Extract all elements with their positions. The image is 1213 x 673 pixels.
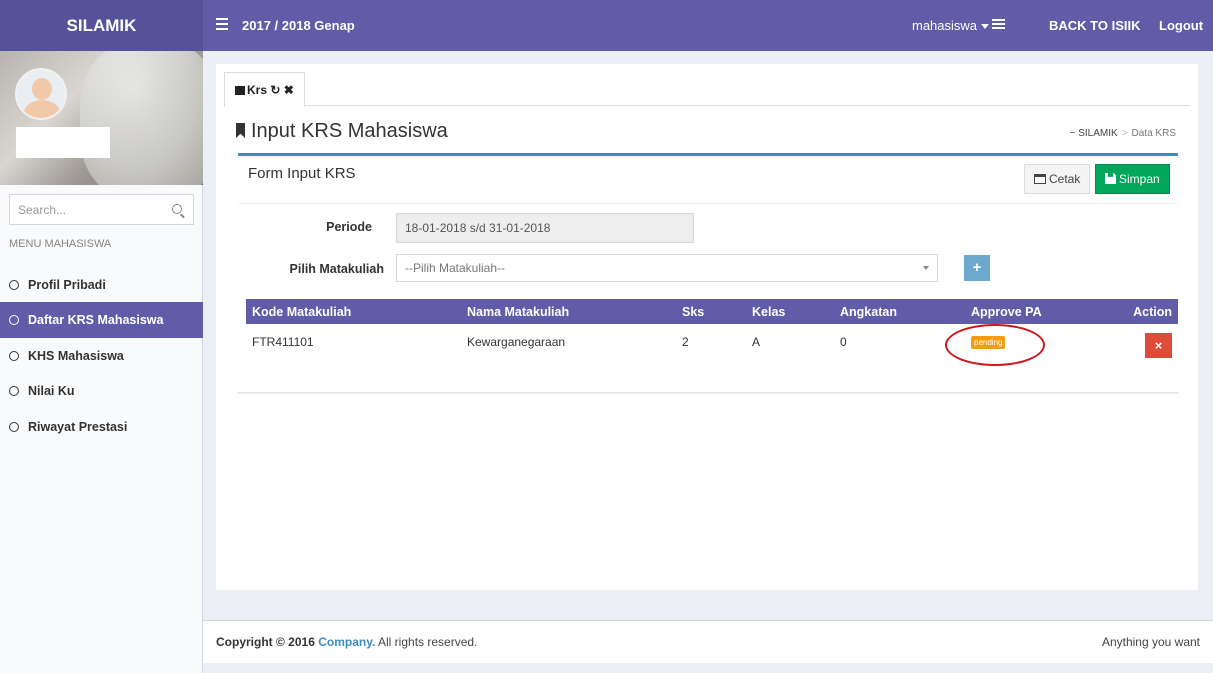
kelas-cell: A bbox=[752, 334, 761, 349]
sidebar-item-profil-pribadi[interactable]: Profil Pribadi bbox=[0, 267, 203, 303]
angkatan-cell: 0 bbox=[840, 334, 847, 349]
column-header: Action bbox=[1114, 299, 1178, 324]
content-box: Krs ↻ ✖ Input KRS Mahasiswa ~ SILAMIK > Da… bbox=[216, 64, 1198, 590]
company-link[interactable]: Company. bbox=[318, 635, 375, 649]
sidebar: MENU MAHASISWA Profil Pribadi Daftar KRS… bbox=[0, 51, 203, 673]
list-icon[interactable] bbox=[992, 19, 1005, 30]
app-logo[interactable]: SILAMIK bbox=[0, 0, 203, 51]
save-icon bbox=[1105, 173, 1116, 184]
column-header: Kode Matakuliah bbox=[246, 299, 461, 324]
logout-link[interactable]: Logout bbox=[1159, 0, 1203, 51]
save-button-label: Simpan bbox=[1119, 172, 1160, 186]
sks-cell: 2 bbox=[682, 334, 689, 349]
circle-icon bbox=[9, 315, 19, 325]
sidebar-search bbox=[9, 194, 194, 225]
circle-icon bbox=[9, 386, 19, 396]
kode-cell: FTR411101 bbox=[252, 334, 314, 349]
table-row: FTR411101 Kewarganegaraan 2 A 0 pending … bbox=[246, 324, 1178, 359]
bookmark-icon bbox=[236, 123, 245, 138]
sidebar-item-khs[interactable]: KHS Mahasiswa bbox=[0, 338, 203, 374]
circle-icon bbox=[9, 351, 19, 361]
periode-field: 18-01-2018 s/d 31-01-2018 bbox=[396, 213, 694, 243]
table-icon bbox=[235, 86, 245, 95]
back-to-isiik-link[interactable]: BACK TO ISIIK bbox=[1049, 0, 1141, 51]
tab-bar: Krs ↻ ✖ bbox=[224, 72, 1190, 107]
tab-label: Krs bbox=[247, 83, 268, 97]
matakuliah-select[interactable]: --Pilih Matakuliah-- bbox=[396, 254, 938, 282]
avatar[interactable] bbox=[15, 68, 67, 120]
delete-button[interactable]: × bbox=[1145, 333, 1172, 358]
matakuliah-placeholder: --Pilih Matakuliah-- bbox=[405, 261, 506, 275]
table-header-row: Kode Matakuliah Nama Matakuliah Sks Kela… bbox=[246, 299, 1178, 324]
circle-icon bbox=[9, 422, 19, 432]
caret-down-icon bbox=[923, 266, 929, 270]
sidebar-item-nilai-ku[interactable]: Nilai Ku bbox=[0, 373, 203, 409]
copyright-text: Copyright © 2016 bbox=[216, 635, 315, 649]
print-button-label: Cetak bbox=[1049, 172, 1081, 186]
column-header: Sks bbox=[676, 299, 746, 324]
nama-cell: Kewarganegaraan bbox=[467, 334, 566, 349]
user-menu-dropdown[interactable]: mahasiswa bbox=[912, 0, 990, 51]
footer-right-text: Anything you want bbox=[1101, 635, 1200, 649]
breadcrumb-current: Data KRS bbox=[1131, 128, 1176, 139]
rights-text: All rights reserved. bbox=[378, 635, 478, 649]
sidebar-item-daftar-krs[interactable]: Daftar KRS Mahasiswa bbox=[0, 302, 203, 338]
panel-title: Form Input KRS bbox=[248, 165, 356, 182]
column-header: Nama Matakuliah bbox=[461, 299, 676, 324]
search-input[interactable] bbox=[10, 195, 160, 224]
close-icon[interactable]: ✖ bbox=[284, 83, 294, 97]
column-header: Approve PA bbox=[965, 299, 1114, 324]
action-cell: × bbox=[1114, 324, 1178, 359]
sidebar-item-label: Riwayat Prestasi bbox=[28, 420, 128, 434]
tab-krs[interactable]: Krs ↻ ✖ bbox=[224, 72, 305, 107]
top-navbar: SILAMIK 2017 / 2018 Genap mahasiswa BACK… bbox=[0, 0, 1213, 51]
matakuliah-label: Pilih Matakuliah bbox=[289, 262, 384, 276]
search-icon[interactable] bbox=[172, 204, 182, 214]
caret-down-icon bbox=[981, 24, 990, 30]
print-button[interactable]: Cetak bbox=[1024, 164, 1091, 194]
breadcrumb: ~ SILAMIK > Data KRS bbox=[1069, 128, 1176, 139]
footer: Copyright © 2016 Company. All rights res… bbox=[203, 620, 1213, 663]
sidebar-item-label: Daftar KRS Mahasiswa bbox=[28, 313, 164, 327]
divider bbox=[238, 203, 1178, 204]
menu-header: MENU MAHASISWA bbox=[9, 238, 112, 250]
form-panel: Form Input KRS Cetak Simpan Periode 18-0… bbox=[238, 153, 1178, 393]
approve-cell: pending bbox=[965, 324, 1114, 359]
periode-label: Periode bbox=[326, 220, 372, 234]
sidebar-item-label: Nilai Ku bbox=[28, 384, 75, 398]
refresh-icon[interactable]: ↻ bbox=[270, 83, 280, 97]
save-button[interactable]: Simpan bbox=[1095, 164, 1170, 194]
breadcrumb-root[interactable]: ~ SILAMIK bbox=[1070, 128, 1118, 139]
column-header: Angkatan bbox=[834, 299, 965, 324]
circle-icon bbox=[9, 280, 19, 290]
menu-toggle-icon[interactable] bbox=[216, 18, 228, 30]
page-title: Input KRS Mahasiswa bbox=[236, 120, 448, 143]
page-title-text: Input KRS Mahasiswa bbox=[251, 120, 448, 142]
add-matakuliah-button[interactable]: + bbox=[964, 255, 990, 281]
sidebar-item-riwayat-prestasi[interactable]: Riwayat Prestasi bbox=[0, 409, 203, 445]
print-icon bbox=[1034, 174, 1046, 184]
sidebar-item-label: KHS Mahasiswa bbox=[28, 349, 124, 363]
krs-table: Kode Matakuliah Nama Matakuliah Sks Kela… bbox=[246, 299, 1178, 359]
academic-period: 2017 / 2018 Genap bbox=[242, 18, 355, 33]
background-photo bbox=[80, 51, 203, 185]
column-header: Kelas bbox=[746, 299, 834, 324]
status-badge: pending bbox=[971, 336, 1006, 349]
user-name-redacted bbox=[16, 127, 110, 158]
sidebar-item-label: Profil Pribadi bbox=[28, 278, 106, 292]
footer-copyright: Copyright © 2016 Company. All rights res… bbox=[216, 621, 477, 663]
user-menu-label: mahasiswa bbox=[912, 18, 978, 33]
user-panel bbox=[0, 51, 203, 185]
